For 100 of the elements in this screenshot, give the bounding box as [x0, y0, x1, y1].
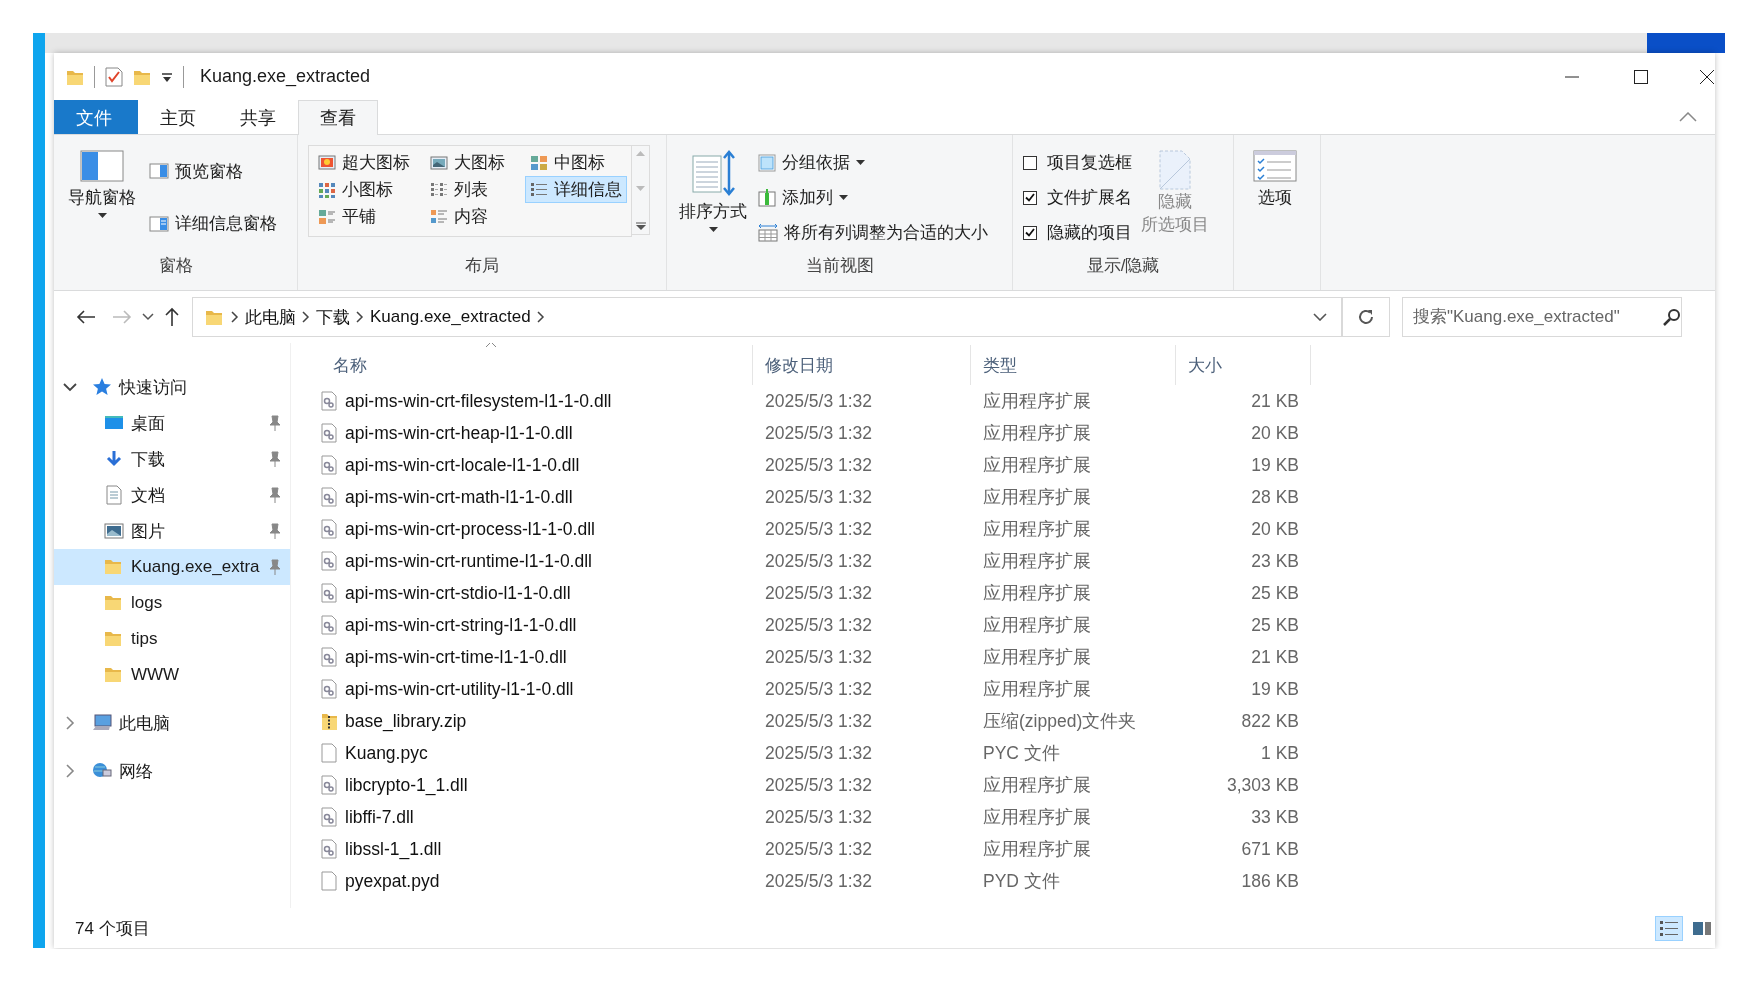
table-cell-text: 2025/5/3 1:32 — [764, 486, 874, 508]
file-row[interactable]: api-ms-win-crt-filesystem-l1-1-0.dll 2025/5/3 1:32 应用程序扩展 21 KB — [311, 385, 1715, 417]
table-cell-text: 应用程序扩展 — [982, 582, 1092, 605]
table-cell-text: 1 KB — [1260, 742, 1300, 764]
refresh-button[interactable] — [1342, 297, 1390, 337]
add-columns-button[interactable]: 添加列 — [753, 183, 853, 212]
file-name: api-ms-win-crt-filesystem-l1-1-0.dll — [345, 390, 612, 412]
layout-option[interactable]: 大图标 — [425, 149, 521, 176]
nav-item[interactable]: 快速访问 — [54, 369, 290, 405]
layout-option[interactable]: 小图标 — [313, 176, 421, 203]
column-header[interactable]: 名称 — [311, 345, 753, 385]
file-row[interactable]: api-ms-win-crt-string-l1-1-0.dll 2025/5/3 1:32 应用程序扩展 25 KB — [311, 609, 1715, 641]
caret-icon — [856, 159, 865, 166]
column-header[interactable]: 大小 — [1176, 345, 1311, 385]
checkbox[interactable] — [1023, 190, 1037, 205]
dll-file-icon — [321, 807, 337, 827]
options-button[interactable]: 选项 — [1240, 145, 1310, 290]
table-cell-text: 21 KB — [1250, 390, 1300, 412]
table-cell-text: 2025/5/3 1:32 — [764, 838, 874, 860]
ribbon-tab[interactable]: 共享 — [218, 100, 298, 134]
chevron-down-icon — [1313, 313, 1327, 321]
window-title: Kuang.exe_extracted — [200, 66, 371, 87]
computer-icon — [92, 713, 112, 733]
nav-item[interactable]: 桌面 — [54, 405, 290, 441]
file-row[interactable]: api-ms-win-crt-utility-l1-1-0.dll 2025/5/3 1:32 应用程序扩展 19 KB — [311, 673, 1715, 705]
nav-item[interactable]: tips — [54, 621, 290, 657]
file-row[interactable]: libssl-1_1.dll 2025/5/3 1:32 应用程序扩展 671 KB — [311, 833, 1715, 865]
file-row[interactable]: libcrypto-1_1.dll 2025/5/3 1:32 应用程序扩展 3,303 KB — [311, 769, 1715, 801]
column-header[interactable]: 类型 — [971, 345, 1176, 385]
file-row[interactable]: api-ms-win-crt-time-l1-1-0.dll 2025/5/3 1:32 应用程序扩展 21 KB — [311, 641, 1715, 673]
group-label: 当前视图 — [804, 255, 875, 277]
chevron-right-icon — [231, 311, 239, 323]
table-cell-text: 2025/5/3 1:32 — [764, 774, 874, 796]
ribbon-tab[interactable]: 主页 — [138, 100, 218, 134]
nav-item[interactable]: WWW — [54, 657, 290, 693]
layout-option[interactable]: 详细信息 — [525, 176, 627, 203]
nav-item[interactable]: 图片 — [54, 513, 290, 549]
folder-icon — [104, 593, 124, 613]
view-toggle-button[interactable] — [1655, 915, 1683, 941]
file-row[interactable]: libffi-7.dll 2025/5/3 1:32 应用程序扩展 33 KB — [311, 801, 1715, 833]
ribbon-tab[interactable]: 查看 — [298, 100, 378, 135]
nav-item[interactable]: 文档 — [54, 477, 290, 513]
group-by-button[interactable]: 分组依据 — [753, 148, 870, 177]
table-cell-text: 应用程序扩展 — [982, 518, 1092, 541]
sort-by-button[interactable]: 排序方式 — [673, 145, 753, 254]
checkbox[interactable] — [1023, 155, 1037, 170]
table-cell-text: 应用程序扩展 — [982, 486, 1092, 509]
nav-item[interactable]: logs — [54, 585, 290, 621]
file-row[interactable]: api-ms-win-crt-locale-l1-1-0.dll 2025/5/3 1:32 应用程序扩展 19 KB — [311, 449, 1715, 481]
table-cell-text: 25 KB — [1250, 614, 1300, 636]
refresh-icon — [1357, 308, 1375, 326]
table-cell-text: 20 KB — [1250, 518, 1300, 540]
file-menu-tab[interactable]: 文件 — [54, 100, 138, 134]
dll-file-icon — [321, 839, 337, 859]
folder-icon — [104, 629, 124, 649]
dll-file-icon — [321, 519, 337, 539]
nav-item[interactable]: 下载 — [54, 441, 290, 477]
file-row[interactable]: api-ms-win-crt-runtime-l1-1-0.dll 2025/5/3 1:32 应用程序扩展 23 KB — [311, 545, 1715, 577]
search-field[interactable]: 搜索"Kuang.exe_extracted" — [1402, 297, 1682, 337]
column-header[interactable]: 修改日期 — [753, 345, 971, 385]
file-row[interactable]: base_library.zip 2025/5/3 1:32 压缩(zipped)文件夹 822 KB — [311, 705, 1715, 737]
layout-option[interactable]: 列表 — [425, 176, 521, 203]
layout-option[interactable]: 中图标 — [525, 149, 627, 176]
nav-item[interactable]: 网络 — [54, 753, 290, 789]
check-icon — [1025, 193, 1035, 202]
file-row[interactable]: api-ms-win-crt-heap-l1-1-0.dll 2025/5/3 1:32 应用程序扩展 20 KB — [311, 417, 1715, 449]
file-row[interactable]: api-ms-win-crt-process-l1-1-0.dll 2025/5/3 1:32 应用程序扩展 20 KB — [311, 513, 1715, 545]
file-name: api-ms-win-crt-stdio-l1-1-0.dll — [345, 582, 571, 604]
checkbox-label: 文件扩展名 — [1047, 187, 1132, 209]
details-view-icon — [1659, 918, 1679, 938]
table-cell-text: 应用程序扩展 — [982, 390, 1092, 413]
dll-file-icon — [321, 391, 337, 411]
details-pane-button[interactable]: 详细信息窗格 — [144, 209, 282, 239]
layout-option[interactable]: 内容 — [425, 203, 521, 230]
address-bar[interactable]: 此电脑 下载 Kuang.exe_extracted — [192, 297, 1342, 337]
table-cell-text: 21 KB — [1250, 646, 1300, 668]
nav-item[interactable]: 此电脑 — [54, 705, 290, 741]
file-name: api-ms-win-crt-time-l1-1-0.dll — [345, 646, 567, 668]
layout-option[interactable]: 超大图标 — [313, 149, 421, 176]
file-row[interactable]: pyexpat.pyd 2025/5/3 1:32 PYD 文件 186 KB — [311, 865, 1715, 897]
layout-option[interactable]: 平铺 — [313, 203, 421, 230]
file-row[interactable]: api-ms-win-crt-stdio-l1-1-0.dll 2025/5/3 1:32 应用程序扩展 25 KB — [311, 577, 1715, 609]
file-row[interactable]: api-ms-win-crt-math-l1-1-0.dll 2025/5/3 1:32 应用程序扩展 28 KB — [311, 481, 1715, 513]
file-row[interactable]: Kuang.pyc 2025/5/3 1:32 PYC 文件 1 KB — [311, 737, 1715, 769]
view-icon — [530, 154, 548, 171]
navigation-pane-button[interactable]: 导航窗格 — [60, 145, 144, 254]
size-columns-button[interactable]: 将所有列调整为合适的大小 — [753, 218, 993, 247]
caret-icon — [97, 213, 107, 219]
view-icon — [430, 154, 448, 171]
breadcrumb[interactable]: 下载 — [310, 301, 356, 333]
table-cell-text: 2025/5/3 1:32 — [764, 454, 874, 476]
preview-pane-button[interactable]: 预览窗格 — [144, 156, 282, 186]
checkbox[interactable] — [1023, 225, 1037, 240]
folder-icon — [104, 557, 124, 577]
file-icon — [321, 871, 337, 891]
breadcrumb[interactable]: Kuang.exe_extracted — [364, 303, 537, 331]
nav-item[interactable]: Kuang.exe_extra — [54, 549, 290, 585]
table-cell-text: 2025/5/3 1:32 — [764, 870, 874, 892]
view-icon — [318, 181, 336, 198]
breadcrumb[interactable]: 此电脑 — [239, 301, 302, 333]
